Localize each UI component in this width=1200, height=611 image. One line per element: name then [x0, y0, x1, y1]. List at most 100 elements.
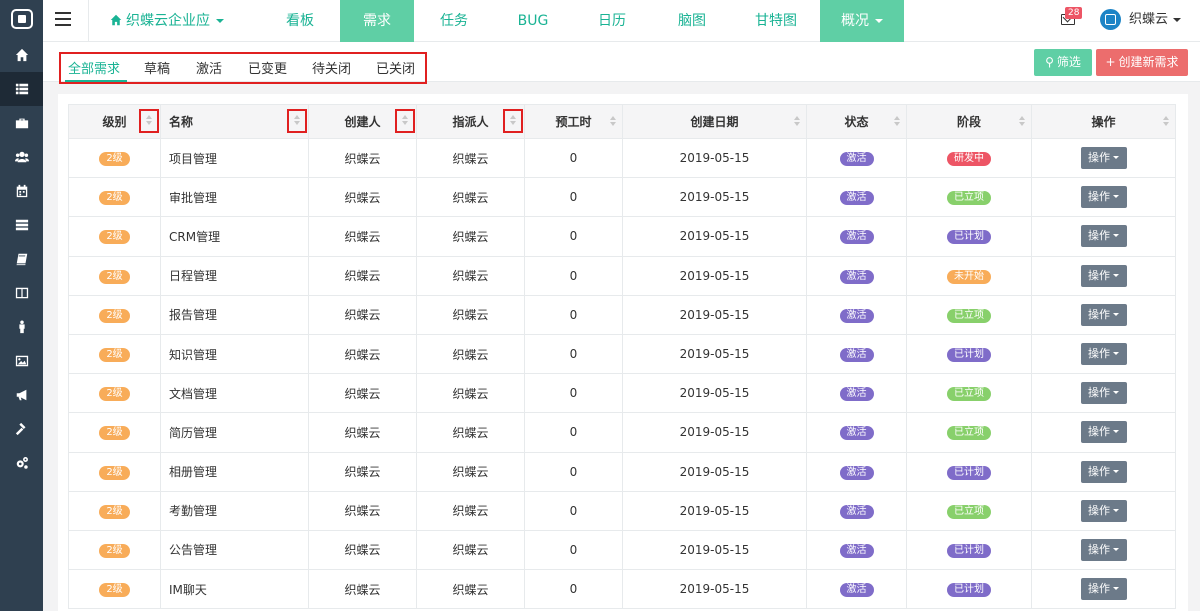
table-row[interactable]: 2级 报告管理 织蝶云 织蝶云 0 2019-05-15 激活 已立项 操作 — [68, 295, 1176, 335]
menu-toggle-icon[interactable] — [55, 12, 71, 28]
user-name[interactable]: 织蝶云 — [1129, 0, 1168, 40]
cell-name[interactable]: 项目管理 — [160, 138, 309, 179]
table-row[interactable]: 2级 CRM管理 织蝶云 织蝶云 0 2019-05-15 激活 已计划 操作 — [68, 216, 1176, 257]
cell-name[interactable]: 考勤管理 — [160, 491, 309, 531]
cell-name[interactable]: 公告管理 — [160, 530, 309, 571]
cell-name[interactable]: CRM管理 — [160, 216, 309, 257]
sidebar-item-image[interactable] — [0, 344, 43, 378]
cell-level: 2级 — [68, 138, 161, 179]
tab-kanban[interactable]: 看板 — [260, 0, 340, 42]
table-row[interactable]: 2级 相册管理 织蝶云 织蝶云 0 2019-05-15 激活 已计划 操作 — [68, 452, 1176, 492]
row-actions-button[interactable]: 操作 — [1080, 382, 1127, 405]
create-requirement-button[interactable]: + 创建新需求 — [1096, 49, 1188, 76]
cell-actions: 操作 — [1031, 216, 1176, 257]
avatar[interactable] — [1100, 9, 1121, 30]
col-header-actions[interactable]: 操作 — [1031, 104, 1176, 139]
cell-date: 2019-05-15 — [622, 138, 807, 179]
col-header-assignee[interactable]: 指派人 — [416, 104, 525, 139]
col-header-date[interactable]: 创建日期 — [622, 104, 807, 139]
row-actions-button[interactable]: 操作 — [1080, 538, 1127, 561]
row-actions-button[interactable]: 操作 — [1080, 578, 1127, 601]
tab-requirements[interactable]: 需求 — [340, 0, 414, 42]
tab-tasks[interactable]: 任务 — [414, 0, 494, 42]
tab-calendar[interactable]: 日历 — [572, 0, 652, 42]
project-selector[interactable]: 织蝶云企业应 — [110, 0, 224, 42]
row-actions-button[interactable]: 操作 — [1080, 225, 1127, 248]
sort-icon[interactable] — [1019, 116, 1025, 128]
state-badge: 激活 — [839, 543, 874, 558]
sidebar-item-settings[interactable] — [0, 446, 43, 480]
subtab-changed[interactable]: 已变更 — [248, 58, 287, 77]
tab-overview[interactable]: 概况 — [820, 0, 904, 42]
sort-icon[interactable] — [510, 115, 516, 127]
tab-mindmap[interactable]: 脑图 — [652, 0, 732, 42]
sort-icon[interactable] — [402, 115, 408, 127]
sidebar-item-calendar[interactable] — [0, 174, 43, 208]
col-header-creator[interactable]: 创建人 — [308, 104, 417, 139]
sort-icon[interactable] — [294, 115, 300, 127]
cell-name[interactable]: 相册管理 — [160, 452, 309, 492]
col-header-name[interactable]: 名称 — [160, 104, 309, 139]
sidebar-item-book[interactable] — [0, 242, 43, 276]
table-row[interactable]: 2级 公告管理 织蝶云 织蝶云 0 2019-05-15 激活 已计划 操作 — [68, 530, 1176, 571]
row-actions-button[interactable]: 操作 — [1080, 303, 1127, 326]
subtab-draft[interactable]: 草稿 — [144, 58, 170, 77]
col-header-stage[interactable]: 阶段 — [906, 104, 1032, 139]
sort-icon[interactable] — [1163, 116, 1169, 128]
plus-icon: + — [1105, 55, 1116, 69]
row-actions-button[interactable]: 操作 — [1080, 421, 1127, 444]
cell-name[interactable]: 简历管理 — [160, 412, 309, 453]
tab-label: BUG — [517, 13, 549, 29]
table-row[interactable]: 2级 考勤管理 织蝶云 织蝶云 0 2019-05-15 激活 已立项 操作 — [68, 491, 1176, 531]
sidebar-item-briefcase[interactable] — [0, 106, 43, 140]
table-row[interactable]: 2级 IM聊天 织蝶云 织蝶云 0 2019-05-15 激活 已计划 操作 — [68, 569, 1176, 610]
cell-name[interactable]: 文档管理 — [160, 373, 309, 414]
col-header-level[interactable]: 级别 — [68, 104, 161, 139]
filter-button[interactable]: ⚲ 筛选 — [1034, 49, 1092, 76]
table-row[interactable]: 2级 审批管理 织蝶云 织蝶云 0 2019-05-15 激活 已立项 操作 — [68, 177, 1176, 218]
cell-name[interactable]: 审批管理 — [160, 177, 309, 218]
subtab-all[interactable]: 全部需求 — [68, 58, 120, 77]
sort-icon[interactable] — [146, 115, 152, 127]
tab-bug[interactable]: BUG — [494, 0, 572, 42]
sidebar-item-columns[interactable] — [0, 276, 43, 310]
col-header-state[interactable]: 状态 — [806, 104, 907, 139]
row-actions-button[interactable]: 操作 — [1080, 343, 1127, 366]
tab-label: 看板 — [286, 13, 314, 29]
row-actions-button[interactable]: 操作 — [1080, 460, 1127, 483]
sidebar-item-users[interactable] — [0, 140, 43, 174]
col-header-label: 操作 — [1091, 115, 1116, 129]
subtab-pending-close[interactable]: 待关闭 — [312, 58, 351, 77]
col-header-hours[interactable]: 预工时 — [524, 104, 623, 139]
cell-name[interactable]: 知识管理 — [160, 334, 309, 375]
app-logo[interactable] — [0, 0, 43, 38]
sidebar-item-server[interactable] — [0, 208, 43, 242]
sidebar-item-gavel[interactable] — [0, 412, 43, 446]
stage-badge: 未开始 — [947, 269, 991, 284]
chevron-down-icon[interactable] — [1173, 18, 1181, 22]
sort-icon[interactable] — [610, 116, 616, 128]
sidebar-item-person[interactable] — [0, 310, 43, 344]
subtab-active[interactable]: 激活 — [196, 58, 222, 77]
table-row[interactable]: 2级 知识管理 织蝶云 织蝶云 0 2019-05-15 激活 已计划 操作 — [68, 334, 1176, 375]
tab-gantt[interactable]: 甘特图 — [732, 0, 820, 42]
cell-name[interactable]: IM聊天 — [160, 569, 309, 610]
cell-name[interactable]: 日程管理 — [160, 256, 309, 296]
sidebar-item-megaphone[interactable] — [0, 378, 43, 412]
cell-hours: 0 — [524, 295, 623, 335]
row-actions-button[interactable]: 操作 — [1080, 499, 1127, 522]
cell-name[interactable]: 报告管理 — [160, 295, 309, 335]
cell-state: 激活 — [806, 530, 907, 571]
sort-icon[interactable] — [794, 116, 800, 128]
row-actions-button[interactable]: 操作 — [1080, 147, 1127, 170]
table-row[interactable]: 2级 文档管理 织蝶云 织蝶云 0 2019-05-15 激活 已立项 操作 — [68, 373, 1176, 414]
sort-icon[interactable] — [894, 116, 900, 128]
sidebar-item-list[interactable] — [0, 72, 43, 106]
row-actions-button[interactable]: 操作 — [1080, 186, 1127, 209]
sidebar-item-home[interactable] — [0, 38, 43, 72]
table-row[interactable]: 2级 日程管理 织蝶云 织蝶云 0 2019-05-15 激活 未开始 操作 — [68, 256, 1176, 296]
table-row[interactable]: 2级 简历管理 织蝶云 织蝶云 0 2019-05-15 激活 已立项 操作 — [68, 412, 1176, 453]
table-row[interactable]: 2级 项目管理 织蝶云 织蝶云 0 2019-05-15 激活 研发中 操作 — [68, 138, 1176, 179]
row-actions-button[interactable]: 操作 — [1080, 264, 1127, 287]
subtab-closed[interactable]: 已关闭 — [376, 58, 415, 77]
